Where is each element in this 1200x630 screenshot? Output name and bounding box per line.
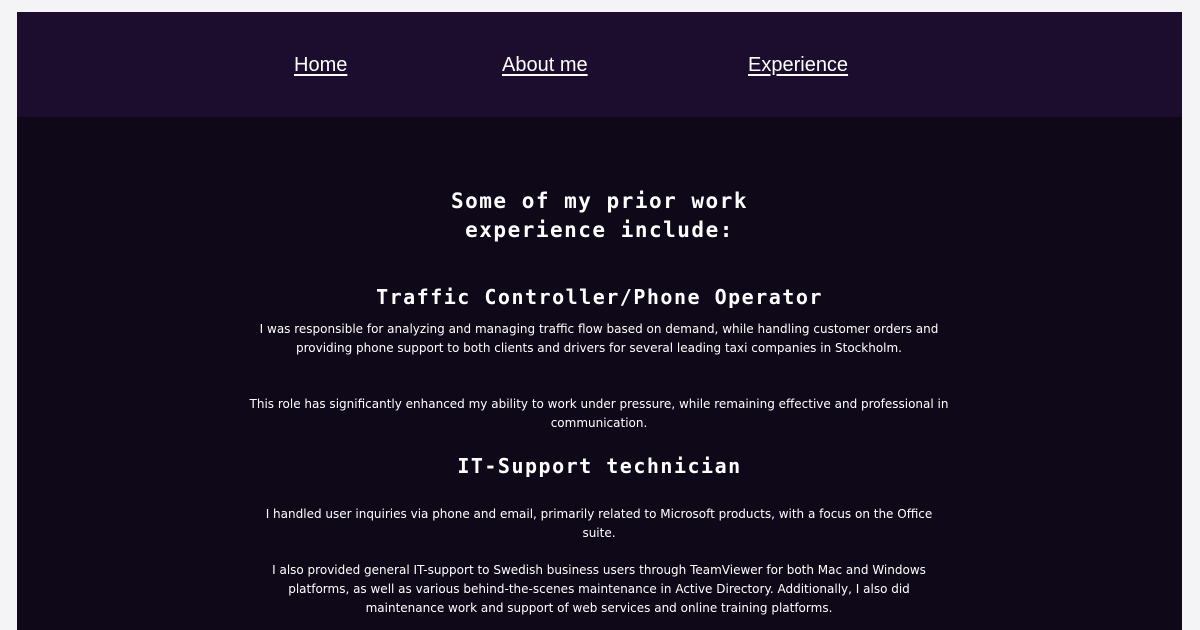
section-heading-line-2: experience include: (465, 218, 734, 242)
nav-link-about-me[interactable]: About me (502, 54, 588, 77)
job-description-paragraph: I also provided general IT-support to Sw… (272, 563, 926, 615)
job-description-paragraph: This role has significantly enhanced my … (249, 397, 949, 430)
top-navbar: Home About me Experience (17, 12, 1182, 117)
page-window: Home About me Experience Some of my prio… (17, 12, 1182, 630)
nav-link-experience[interactable]: Experience (748, 54, 848, 77)
job-title-it-support: IT-Support technician (457, 454, 742, 478)
section-heading-line-1: Some of my prior work (450, 189, 748, 213)
job-description-paragraph: I was responsible for analyzing and mana… (259, 322, 939, 355)
job-title-traffic-controller: Traffic Controller/Phone Operator (376, 285, 823, 309)
section-heading: Some of my prior work experience include… (17, 187, 1182, 245)
nav-link-home[interactable]: Home (294, 54, 347, 77)
job-description-paragraph: I handled user inquiries via phone and e… (265, 507, 933, 540)
